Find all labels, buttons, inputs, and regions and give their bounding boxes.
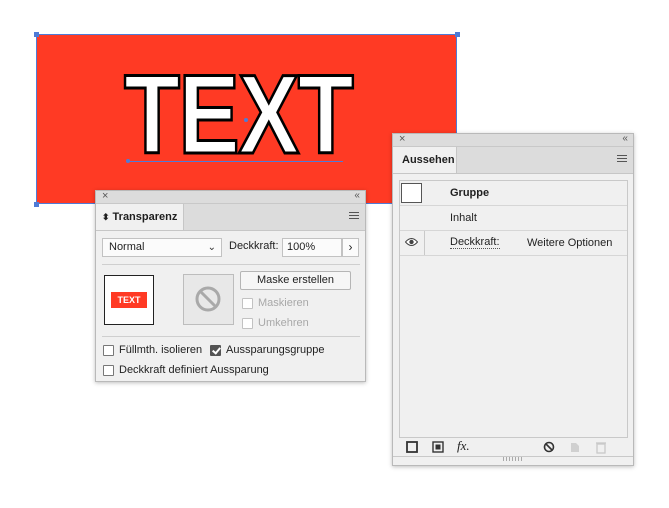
chevron-down-icon: ⌄ [207, 242, 216, 253]
clip-option[interactable]: Maskieren [242, 297, 309, 309]
object-thumbnail[interactable]: TEXT [104, 275, 154, 325]
duplicate-item-icon[interactable] [568, 440, 582, 454]
invert-label: Umkehren [258, 317, 309, 329]
tab-transparenz[interactable]: ⬍ Transparenz [96, 204, 184, 230]
group-swatch [401, 183, 422, 203]
opacity-knockout-option[interactable]: Deckkraft definiert Aussparung [103, 364, 269, 376]
appearance-list: Gruppe Inhalt Deckkraft: Weitere Optione… [399, 180, 628, 438]
invert-option[interactable]: Umkehren [242, 317, 309, 329]
selection-anchor-top-right[interactable] [455, 32, 460, 37]
tab-label: Transparenz [112, 211, 178, 223]
resize-grip-icon[interactable] [503, 457, 523, 461]
appearance-panel: × ‹‹ Aussehen Gruppe Inhalt Deckkraft: W… [392, 133, 634, 466]
clip-checkbox[interactable] [242, 297, 253, 309]
clip-label: Maskieren [258, 297, 309, 309]
collapse-icon[interactable]: ‹‹ [354, 190, 360, 201]
opacity-link[interactable]: Deckkraft: [450, 237, 500, 249]
new-fill-icon[interactable] [431, 440, 445, 454]
panel-topbar: × ‹‹ [393, 133, 633, 147]
opacity-knockout-label: Deckkraft definiert Aussparung [119, 364, 269, 376]
panel-menu-icon[interactable] [349, 212, 359, 221]
appearance-footer: fx. [393, 438, 633, 456]
contents-label: Inhalt [450, 212, 477, 224]
knockout-group-checkbox[interactable] [210, 344, 221, 356]
group-label: Gruppe [450, 187, 490, 199]
tab-label: Aussehen [402, 154, 455, 166]
close-icon[interactable]: × [102, 190, 108, 202]
tab-row: Aussehen [393, 147, 633, 174]
blend-mode-select[interactable]: Normal ⌄ [102, 238, 222, 257]
tab-toggle-icon: ⬍ [102, 212, 110, 222]
collapse-icon[interactable]: ‹‹ [622, 133, 628, 144]
make-mask-button[interactable]: Maske erstellen [240, 271, 351, 290]
fx-icon[interactable]: fx. [457, 438, 477, 453]
isolate-blending-checkbox[interactable] [103, 344, 114, 356]
tab-row: ⬍ Transparenz [96, 204, 365, 231]
opacity-knockout-checkbox[interactable] [103, 364, 114, 376]
blend-mode-value: Normal [109, 241, 145, 253]
divider [102, 264, 360, 265]
selection-anchor-top-left[interactable] [34, 32, 39, 37]
opacity-input[interactable]: 100% [282, 238, 342, 257]
transparency-panel: × ‹‹ ⬍ Transparenz Normal ⌄ Deckkraft: 10… [95, 190, 366, 382]
isolate-blending-label: Füllmth. isolieren [119, 344, 203, 356]
knockout-group-option[interactable]: Aussparungsgruppe [210, 344, 324, 356]
mask-thumbnail[interactable] [183, 274, 234, 325]
opacity-label: Deckkraft: [229, 240, 279, 252]
opacity-value: Weitere Optionen [527, 237, 613, 249]
baseline-anchor-left[interactable] [126, 159, 130, 163]
text-center-point[interactable] [244, 118, 248, 122]
divider [102, 336, 360, 337]
delete-item-icon[interactable] [594, 440, 608, 454]
opacity-value: 100% [287, 241, 316, 253]
tab-aussehen[interactable]: Aussehen [393, 147, 457, 173]
clear-appearance-icon[interactable] [542, 440, 556, 454]
close-icon[interactable]: × [399, 133, 405, 145]
row-divider [424, 231, 425, 255]
no-mask-icon [195, 286, 221, 312]
appearance-row-group[interactable]: Gruppe [400, 181, 627, 206]
eye-icon[interactable] [405, 237, 418, 247]
panel-menu-icon[interactable] [617, 155, 627, 164]
artwork-text[interactable]: TEXT [123, 57, 355, 172]
new-stroke-icon[interactable] [405, 440, 419, 454]
text-baseline [128, 161, 343, 162]
appearance-row-contents[interactable]: Inhalt [400, 206, 627, 231]
isolate-blending-option[interactable]: Füllmth. isolieren [103, 344, 202, 356]
invert-checkbox[interactable] [242, 317, 253, 329]
selection-anchor-bottom-left[interactable] [34, 202, 39, 207]
knockout-group-label: Aussparungsgruppe [226, 344, 325, 356]
panel-topbar: × ‹‹ [96, 190, 365, 204]
appearance-row-opacity[interactable]: Deckkraft: Weitere Optionen [400, 231, 627, 256]
thumbnail-artwork: TEXT [111, 292, 147, 308]
opacity-slider-button[interactable]: › [342, 238, 359, 257]
